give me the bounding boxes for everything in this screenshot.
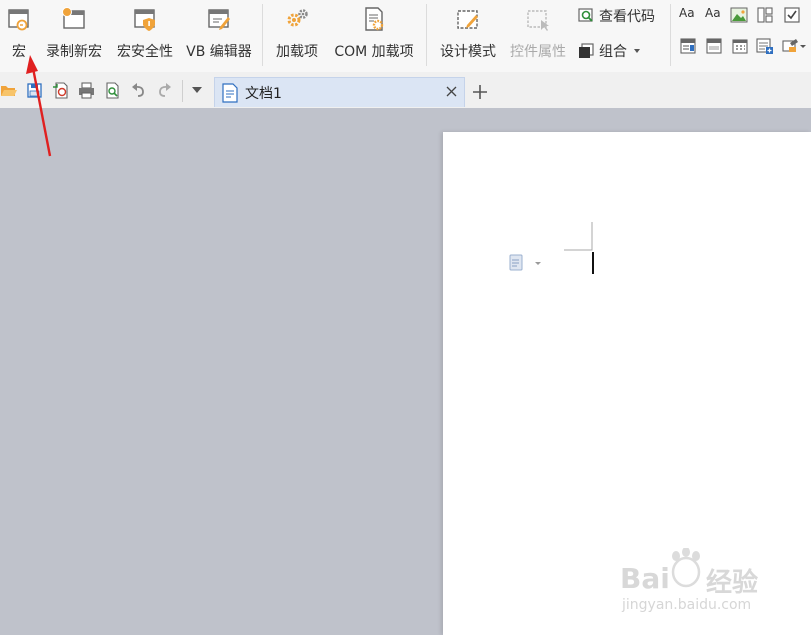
tab-label: 文档1 — [245, 86, 282, 102]
text-cursor — [592, 252, 594, 274]
addins-button[interactable]: 加载项 — [270, 0, 324, 72]
text-control-aa-button[interactable]: Aa — [679, 6, 697, 30]
dropdown-list-icon[interactable] — [705, 37, 723, 55]
record-icon — [62, 7, 85, 29]
vb-editor-button[interactable]: VB 编辑器 — [182, 0, 256, 72]
macro-security-button[interactable]: 宏安全性 — [112, 0, 178, 72]
design-mode-button[interactable]: 设计模式 — [434, 0, 502, 72]
gears-icon — [287, 9, 308, 27]
com-addins-button[interactable]: COM 加载项 — [328, 0, 420, 72]
com-document-icon — [365, 7, 384, 31]
addins-label: 加载项 — [276, 44, 318, 60]
design-mode-icon — [457, 10, 478, 29]
legacy-tools-icon[interactable] — [781, 37, 807, 55]
view-code-label: 查看代码 — [599, 9, 655, 25]
quickbar-separator — [182, 80, 183, 102]
vb-editor-icon — [208, 9, 230, 30]
shield-icon — [134, 9, 155, 31]
close-tab-icon[interactable] — [446, 86, 457, 97]
group-dropdown[interactable]: 组合 — [577, 39, 647, 63]
macro-security-label: 宏安全性 — [117, 44, 173, 60]
new-tab-icon[interactable] — [471, 83, 489, 101]
annotation-arrow — [26, 55, 52, 157]
document-icon — [222, 83, 238, 103]
text-aa-label: Aa — [679, 6, 695, 20]
chevron-down-icon — [634, 49, 640, 53]
watermark-url: jingyan.baidu.com — [622, 597, 752, 613]
repeating-section-icon[interactable] — [756, 37, 774, 55]
ribbon-separator — [262, 4, 263, 66]
control-properties-button[interactable]: 控件属性 — [505, 0, 571, 72]
group-icon — [579, 43, 594, 58]
redo-icon[interactable] — [156, 82, 173, 99]
group-label: 组合 — [599, 44, 627, 60]
watermark-brand-left: Bai — [620, 562, 670, 595]
control-properties-icon — [527, 10, 549, 31]
print-preview-icon[interactable] — [104, 82, 121, 99]
customize-dropdown-icon[interactable] — [191, 86, 203, 94]
print-icon[interactable] — [78, 82, 95, 99]
com-addins-label: COM 加载项 — [334, 44, 414, 60]
macro-icon — [8, 9, 29, 31]
view-code-button[interactable]: 查看代码 — [577, 4, 667, 28]
design-mode-label: 设计模式 — [440, 44, 496, 60]
plain-text-aa-label: Aa — [705, 6, 721, 20]
plain-text-aa-button[interactable]: Aa — [705, 6, 723, 30]
date-picker-icon[interactable] — [731, 37, 749, 55]
tab-document-1[interactable]: 文档1 — [214, 77, 465, 107]
paste-options-icon[interactable] — [509, 254, 543, 272]
checkbox-control-icon[interactable] — [783, 6, 801, 24]
ribbon-separator — [426, 4, 427, 66]
view-code-icon — [578, 8, 593, 22]
watermark-brand-right: 经验 — [706, 568, 759, 598]
margin-corner-mark — [564, 222, 593, 251]
control-properties-label: 控件属性 — [510, 44, 566, 60]
ribbon-toolbar: 宏 录制新宏 宏安全性 VB 编辑器 加载项 COM 加载项 设计模式 控件属性… — [0, 0, 811, 72]
combo-box-icon[interactable] — [679, 37, 697, 55]
picture-control-icon[interactable] — [730, 6, 748, 24]
open-folder-icon[interactable] — [0, 82, 17, 99]
vb-editor-label: VB 编辑器 — [186, 44, 252, 60]
undo-icon[interactable] — [130, 82, 147, 99]
building-block-icon[interactable] — [756, 6, 774, 24]
ribbon-separator — [670, 4, 671, 66]
